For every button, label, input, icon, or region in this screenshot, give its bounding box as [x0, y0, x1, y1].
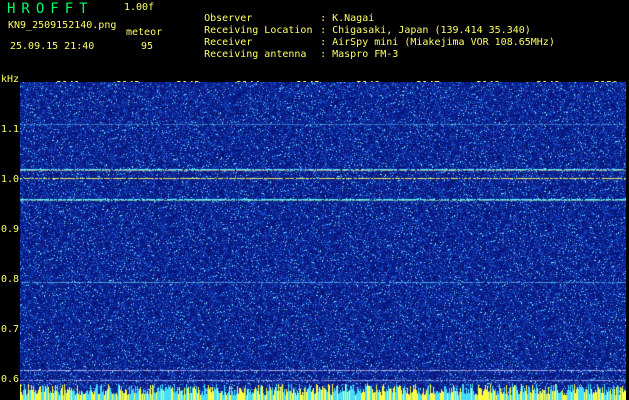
- y-tick-label: 0.9: [1, 224, 20, 235]
- datetime-label: 25.09.15 21:40: [10, 41, 95, 52]
- info-row-antenna: Receiving antenna: Maspro FM-3: [180, 38, 398, 71]
- y-axis-unit: kHz: [1, 74, 20, 85]
- info-colon: :: [320, 49, 327, 60]
- y-tick-label: 0.6: [1, 374, 20, 385]
- y-tick-label: 1.0: [1, 174, 20, 185]
- spectrogram: [20, 82, 626, 400]
- meteor-count: 95: [141, 41, 154, 52]
- app-title: HROFFT: [7, 1, 94, 17]
- y-tick-label: 1.1: [1, 124, 20, 135]
- hrofft-window: HROFFT 1.00f KN9_2509152140.png meteor 2…: [0, 0, 629, 400]
- meteor-label: meteor: [126, 27, 163, 38]
- info-key: Receiving antenna: [204, 49, 307, 60]
- y-tick-label: 0.8: [1, 274, 20, 285]
- y-tick-label: 0.7: [1, 324, 20, 335]
- info-value: Maspro FM-3: [332, 49, 399, 60]
- filename-label: KN9_2509152140.png: [8, 20, 117, 31]
- version-label: 1.00f: [124, 2, 155, 13]
